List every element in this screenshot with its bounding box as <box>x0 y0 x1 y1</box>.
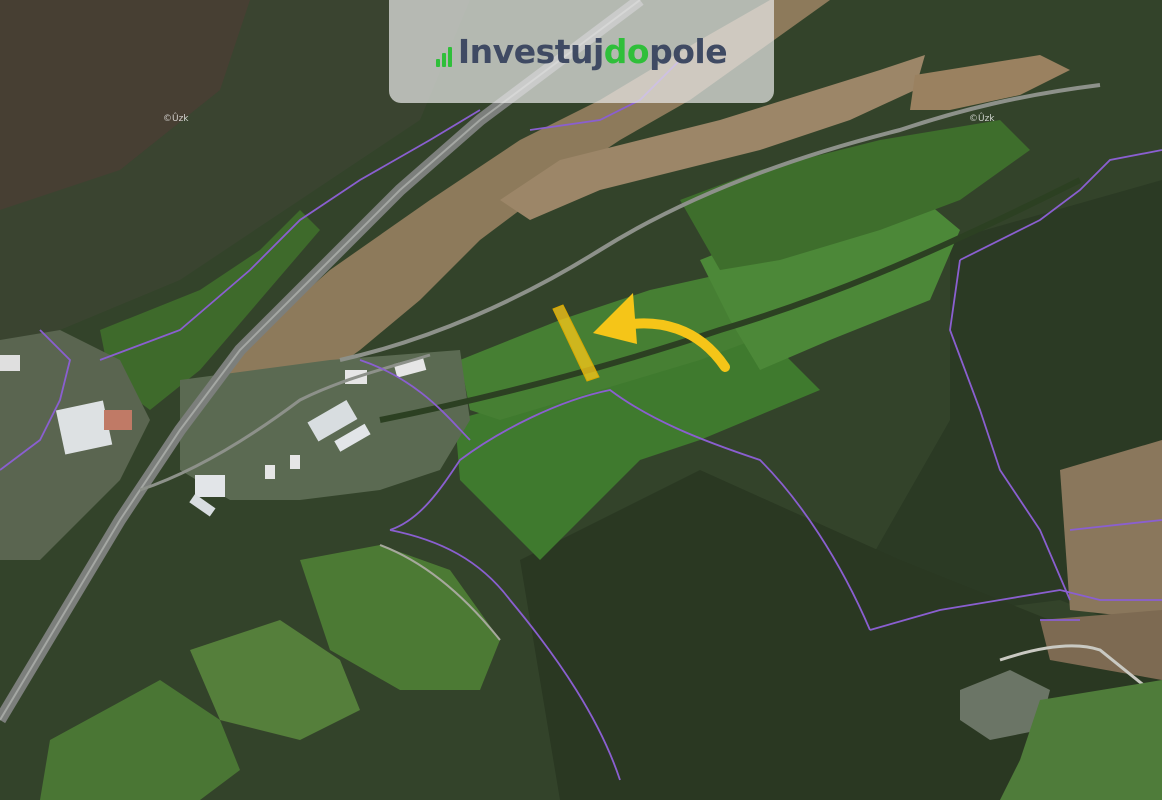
watermark-cuzk-2: ©Ûzk <box>969 114 995 124</box>
logo-word-investuj: Investuj <box>457 32 604 71</box>
logo-word-do: do <box>603 32 650 71</box>
industrial-building-7 <box>265 465 275 479</box>
building-west-2 <box>0 355 20 371</box>
building-red-roof <box>104 410 132 430</box>
logo-banner: Investuj do pole <box>389 0 774 103</box>
logo-word-pole: pole <box>649 32 728 71</box>
industrial-building-5 <box>195 475 225 497</box>
logo-bars-icon <box>435 37 454 67</box>
industrial-building-8 <box>290 455 300 469</box>
watermark-cuzk-1: ©Ûzk <box>163 114 189 124</box>
logo: Investuj do pole <box>435 32 728 71</box>
map-viewport[interactable]: ©Ûzk ©Ûzk Investuj do pole <box>0 0 1162 800</box>
